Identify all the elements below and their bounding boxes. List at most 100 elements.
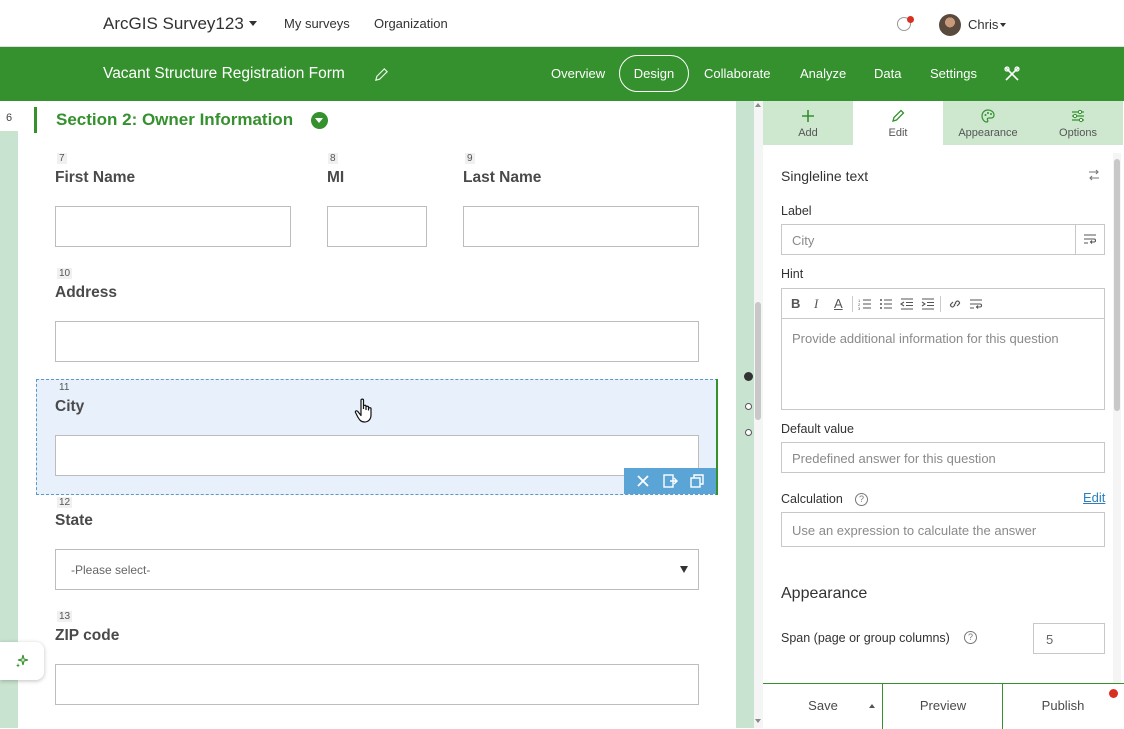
label-field[interactable]: City (781, 224, 1105, 255)
tab-collaborate[interactable]: Collaborate (704, 66, 771, 81)
help-icon[interactable]: ? (855, 493, 868, 506)
help-icon[interactable]: ? (964, 631, 977, 644)
question-number: 8 (328, 153, 338, 164)
city-input[interactable] (55, 435, 699, 476)
move-question-icon[interactable] (662, 473, 678, 489)
calculation-placeholder: Use an expression to calculate the answe… (792, 523, 1037, 538)
panel-tab-appearance-label: Appearance (958, 127, 1018, 139)
dropdown-caret-icon (680, 566, 688, 573)
canvas-right-margin (736, 101, 754, 728)
last-name-input[interactable] (463, 206, 699, 247)
question-type-title: Singleline text (781, 168, 869, 184)
mi-input[interactable] (327, 206, 427, 247)
hint-placeholder: Provide additional information for this … (792, 331, 1059, 346)
state-dropdown[interactable]: -Please select- (55, 549, 699, 590)
bullet-list-icon[interactable] (879, 297, 893, 311)
edit-title-pencil-icon[interactable] (374, 67, 389, 82)
add-icon (802, 110, 814, 122)
scroll-up-arrow-icon[interactable] (755, 103, 761, 107)
delete-question-icon[interactable] (635, 473, 651, 489)
question-number: 7 (57, 153, 67, 164)
first-name-input[interactable] (55, 206, 291, 247)
question-number: 10 (57, 268, 73, 279)
panel-tab-add[interactable]: Add (763, 101, 853, 145)
avatar[interactable] (939, 14, 961, 36)
ai-assistant-button[interactable] (0, 642, 44, 680)
span-label: Span (page or group columns) (781, 631, 950, 645)
save-options-caret-icon[interactable] (869, 704, 875, 708)
default-value-placeholder: Predefined answer for this question (792, 451, 996, 466)
question-number: 11 (59, 382, 70, 393)
tab-settings[interactable]: Settings (930, 66, 977, 81)
question-actions (624, 468, 716, 494)
tab-data[interactable]: Data (874, 66, 901, 81)
panel-scroll-thumb[interactable] (1114, 159, 1120, 411)
calculation-field[interactable]: Use an expression to calculate the answe… (781, 512, 1105, 547)
question-label-zip[interactable]: ZIP code (55, 627, 119, 645)
preview-button[interactable]: Preview (883, 684, 1003, 729)
section-collapse-chevron-icon[interactable] (311, 112, 328, 129)
question-number: 13 (57, 611, 73, 622)
text-wrap-icon[interactable] (969, 297, 983, 311)
question-label-last-name[interactable]: Last Name (463, 169, 541, 187)
hint-editor[interactable]: B I A 123 Provide additional information… (781, 288, 1105, 410)
section-number: 6 (0, 101, 18, 131)
resize-handle-icon[interactable] (745, 403, 752, 410)
nav-my-surveys[interactable]: My surveys (284, 16, 350, 31)
form-title: Vacant Structure Registration Form (103, 65, 345, 82)
change-type-icon[interactable] (1087, 168, 1101, 182)
numbered-list-icon[interactable]: 123 (858, 297, 872, 311)
address-input[interactable] (55, 321, 699, 362)
question-label-address[interactable]: Address (55, 284, 117, 302)
font-color-button[interactable]: A (834, 296, 843, 311)
question-label-mi[interactable]: MI (327, 169, 344, 187)
resize-handle-icon[interactable] (745, 429, 752, 436)
span-value: 5 (1046, 632, 1054, 647)
question-label-first-name[interactable]: First Name (55, 169, 135, 187)
bold-button[interactable]: B (791, 296, 800, 311)
publish-button[interactable]: Publish (1003, 684, 1123, 729)
tab-analyze[interactable]: Analyze (800, 66, 846, 81)
nav-organization[interactable]: Organization (374, 16, 448, 31)
calculation-edit-link[interactable]: Edit (1083, 490, 1105, 505)
outdent-icon[interactable] (900, 297, 914, 311)
appearance-heading: Appearance (781, 585, 868, 602)
link-icon[interactable] (948, 297, 962, 311)
label-field-label: Label (781, 204, 812, 218)
tab-overview[interactable]: Overview (551, 66, 605, 81)
top-bar: ArcGIS Survey123 My surveys Organization… (0, 0, 1124, 47)
duplicate-question-icon[interactable] (689, 473, 705, 489)
label-field-value: City (792, 233, 815, 248)
panel-tab-edit-label: Edit (888, 127, 908, 139)
tools-icon[interactable] (1003, 65, 1021, 83)
survey-toolbar: Vacant Structure Registration Form Overv… (0, 47, 1124, 101)
question-number: 9 (465, 153, 475, 164)
panel-tab-options[interactable]: Options (1033, 101, 1123, 145)
section-title[interactable]: Section 2: Owner Information (56, 110, 293, 130)
indent-icon[interactable] (921, 297, 935, 311)
zip-input[interactable] (55, 664, 699, 705)
label-format-button[interactable] (1075, 225, 1105, 254)
app-title[interactable]: ArcGIS Survey123 (103, 14, 244, 34)
state-dropdown-value: -Please select- (71, 563, 151, 577)
hint-field-label: Hint (781, 267, 804, 281)
canvas-left-margin (0, 101, 18, 728)
question-label-state[interactable]: State (55, 512, 93, 530)
span-input[interactable]: 5 (1033, 623, 1105, 654)
user-name[interactable]: Chris (968, 17, 998, 32)
question-label-city[interactable]: City (55, 398, 84, 416)
edit-pencil-icon (892, 109, 905, 122)
panel-tab-add-label: Add (798, 127, 818, 139)
app-menu-caret-icon[interactable] (249, 21, 257, 26)
italic-button[interactable]: I (814, 296, 818, 312)
tab-design[interactable]: Design (619, 55, 689, 92)
calculation-label: Calculation (781, 492, 843, 506)
user-menu-caret-icon[interactable] (1000, 23, 1006, 27)
canvas-scroll-thumb[interactable] (755, 302, 761, 420)
panel-tab-edit[interactable]: Edit (853, 101, 943, 145)
panel-tab-appearance[interactable]: Appearance (943, 101, 1033, 145)
resize-handle-icon[interactable] (744, 372, 753, 381)
default-value-field[interactable]: Predefined answer for this question (781, 442, 1105, 473)
scroll-down-arrow-icon[interactable] (755, 719, 761, 723)
save-button[interactable]: Save (763, 684, 883, 729)
